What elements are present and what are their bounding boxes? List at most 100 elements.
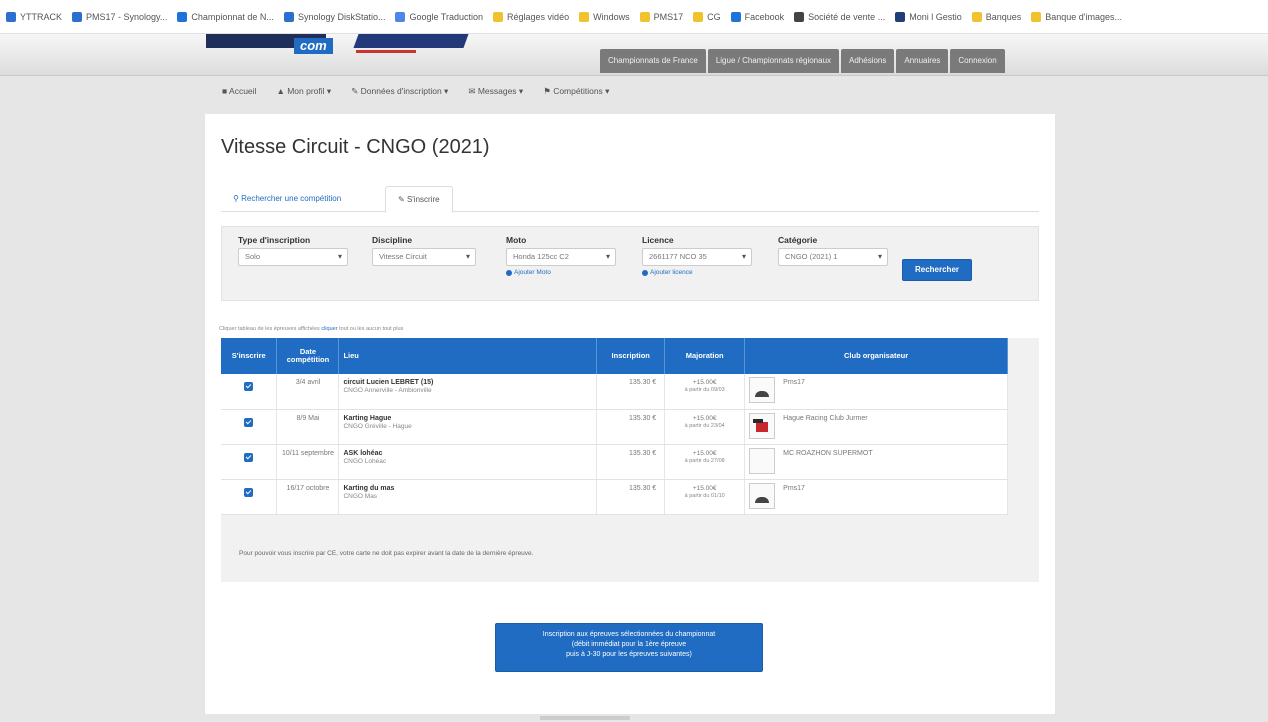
bookmark-item[interactable]: Banque d'images... xyxy=(1031,11,1122,22)
main-card: Vitesse Circuit - CNGO (2021) ⚲ Recherch… xyxy=(205,114,1055,714)
register-line-1: Inscription aux épreuves sélectionnées d… xyxy=(542,631,716,638)
topnav-championnats[interactable]: Championnats de France xyxy=(600,49,706,73)
select-cell xyxy=(221,409,278,445)
select-checkbox[interactable] xyxy=(244,417,254,427)
bookmarks-bar: YTTRACK PMS17 - Synology... Championnat de… xyxy=(0,0,1268,34)
bookmark-icon xyxy=(895,11,906,22)
nav-mon-profil[interactable]: ▲ Mon profil ▾ xyxy=(276,86,331,97)
note-link[interactable]: cliquer xyxy=(321,326,337,332)
bookmark-item[interactable]: Google Traduction xyxy=(395,11,483,22)
majoration-amount: +15.00€ xyxy=(692,449,717,457)
bookmark-item[interactable]: Moni l Gestio xyxy=(895,11,962,22)
majoration-date: à partir du 09/03 xyxy=(684,387,725,393)
col-header-majoration[interactable]: Majoration xyxy=(664,338,746,374)
bookmark-item[interactable]: PMS17 xyxy=(639,11,684,22)
bookmark-icon xyxy=(971,11,982,22)
bookmark-item[interactable]: PMS17 - Synology... xyxy=(72,11,168,22)
nav-accueil[interactable]: ■ Accueil xyxy=(222,86,256,97)
bookmark-item[interactable]: YTTRACK xyxy=(6,11,62,22)
categorie-select[interactable]: CNGO (2021) 1 ▾ xyxy=(778,248,888,266)
club-cell: Pms17 xyxy=(744,374,1008,410)
topnav-annuaires[interactable]: Annuaires xyxy=(896,49,949,73)
topnav-adhesions[interactable]: Adhésions xyxy=(841,49,895,73)
inscription-cell: 135.30 € xyxy=(596,374,666,410)
bookmark-label: PMS17 xyxy=(653,11,684,22)
club-cell: MC ROAZHON SUPERMOT xyxy=(744,444,1008,480)
select-checkbox[interactable] xyxy=(244,452,254,462)
col-header-lieu[interactable]: Lieu xyxy=(338,338,598,374)
club-logo xyxy=(749,377,776,403)
bookmark-label: Moni l Gestio xyxy=(909,11,962,22)
lieu-cell: ASK lohéac CNGO Lohéac xyxy=(338,444,598,480)
plus-icon xyxy=(506,269,512,276)
add-licence-link[interactable]: Ajouter licence xyxy=(642,269,752,276)
site-logo[interactable]: com xyxy=(206,34,469,66)
lieu-detail: CNGO Annerville - Ambionville xyxy=(343,387,432,394)
licence-select[interactable]: 2661177 NCO 35 ▾ xyxy=(642,248,752,266)
lieu-detail: CNGO Mas xyxy=(343,492,378,500)
bookmark-item[interactable]: CG xyxy=(693,11,721,22)
competitions-panel: S'inscrire Date compétition Lieu Inscrip… xyxy=(221,338,1039,582)
tab-rechercher[interactable]: ⚲ Rechercher une compétition xyxy=(221,186,353,212)
table-row: 3/4 avril circuit Lucien LEBRET (15) CNGO … xyxy=(221,374,1008,410)
nav-competitions[interactable]: ⚑ Compétitions ▾ xyxy=(543,86,609,97)
bookmark-item[interactable]: Réglages vidéo xyxy=(493,11,570,22)
date-cell: 10/11 septembre xyxy=(276,444,340,480)
select-checkbox[interactable] xyxy=(244,382,254,391)
club-name: MC ROAZHON SUPERMOT xyxy=(783,449,873,457)
page-footer xyxy=(540,716,630,720)
discipline-select[interactable]: Vitesse Circuit ▾ xyxy=(372,248,476,266)
bookmark-label: PMS17 - Synology... xyxy=(86,11,168,22)
nav-messages[interactable]: ✉ Messages ▾ xyxy=(468,86,523,97)
majoration-cell: +15.00€ à partir du 27/08 xyxy=(664,444,746,480)
top-navigation: Championnats de France Ligue / Championn… xyxy=(600,49,1005,73)
type-inscription-select[interactable]: Solo ▾ xyxy=(238,248,348,266)
club-logo xyxy=(749,412,776,439)
secondary-nav: ■ Accueil ▲ Mon profil ▾ ✎ Données d'ins… xyxy=(222,86,609,97)
col-header-sinscrire[interactable]: S'inscrire xyxy=(221,338,278,374)
tab-sinscrire[interactable]: ✎ S'inscrire xyxy=(385,186,453,213)
bookmark-item[interactable]: Banques xyxy=(971,11,1021,22)
club-logo xyxy=(749,447,776,474)
moto-select[interactable]: Honda 125cc C2 ▾ xyxy=(506,248,616,266)
bookmark-icon xyxy=(693,11,704,22)
filter-panel: Type d'inscription Solo ▾ Discipline Vite… xyxy=(221,226,1039,301)
topnav-connexion[interactable]: Connexion xyxy=(950,49,1005,73)
card-expiry-note: Pour pouvoir vous inscrire par CE, votre… xyxy=(239,550,534,557)
topnav-ligue[interactable]: Ligue / Championnats régionaux xyxy=(707,49,840,73)
pencil-icon: ✎ xyxy=(398,195,405,204)
table-header-row: S'inscrire Date compétition Lieu Inscrip… xyxy=(221,338,1008,374)
bookmark-item[interactable]: Championnat de N... xyxy=(177,11,274,22)
categorie-value: CNGO (2021) 1 xyxy=(785,252,838,261)
bookmark-label: Facebook xyxy=(744,11,785,22)
bookmark-item[interactable]: Windows xyxy=(579,11,630,22)
bookmark-label: Société de vente ... xyxy=(808,11,886,22)
nav-accueil-label: Accueil xyxy=(229,86,257,96)
register-line-3: puis à J-30 pour les épreuves suivantes) xyxy=(566,651,692,659)
select-checkbox[interactable] xyxy=(244,487,254,497)
bookmark-item[interactable]: Synology DiskStatio... xyxy=(283,11,386,22)
majoration-amount: +15.00€ xyxy=(692,414,717,422)
bookmark-item[interactable]: Société de vente ... xyxy=(794,11,886,22)
bookmark-icon xyxy=(177,11,188,22)
lieu-cell: circuit Lucien LEBRET (15) CNGO Annervill… xyxy=(338,374,598,410)
lieu-name: Karting du mas xyxy=(343,484,395,492)
bookmark-label: Synology DiskStatio... xyxy=(297,11,386,22)
bookmark-icon xyxy=(730,11,741,22)
majoration-date: à partir du 27/08 xyxy=(684,457,725,464)
bookmark-item[interactable]: Facebook xyxy=(730,11,785,22)
competitions-table: S'inscrire Date compétition Lieu Inscrip… xyxy=(221,338,1008,515)
bookmark-icon xyxy=(283,11,294,22)
discipline-value: Vitesse Circuit xyxy=(379,252,427,261)
register-selected-button[interactable]: Inscription aux épreuves sélectionnées d… xyxy=(495,623,763,672)
add-moto-link[interactable]: Ajouter Moto xyxy=(506,269,616,276)
bookmark-label: Réglages vidéo xyxy=(507,11,570,22)
majoration-date: à partir du 01/10 xyxy=(684,492,725,499)
nav-donnees-inscription[interactable]: ✎ Données d'inscription ▾ xyxy=(351,86,448,97)
search-button[interactable]: Rechercher xyxy=(902,259,972,281)
col-header-inscription[interactable]: Inscription xyxy=(596,338,666,374)
col-header-club[interactable]: Club organisateur xyxy=(744,338,1008,374)
club-logo xyxy=(749,482,776,509)
filter-categorie: Catégorie CNGO (2021) 1 ▾ xyxy=(778,235,888,266)
col-header-date[interactable]: Date compétition xyxy=(276,338,340,374)
